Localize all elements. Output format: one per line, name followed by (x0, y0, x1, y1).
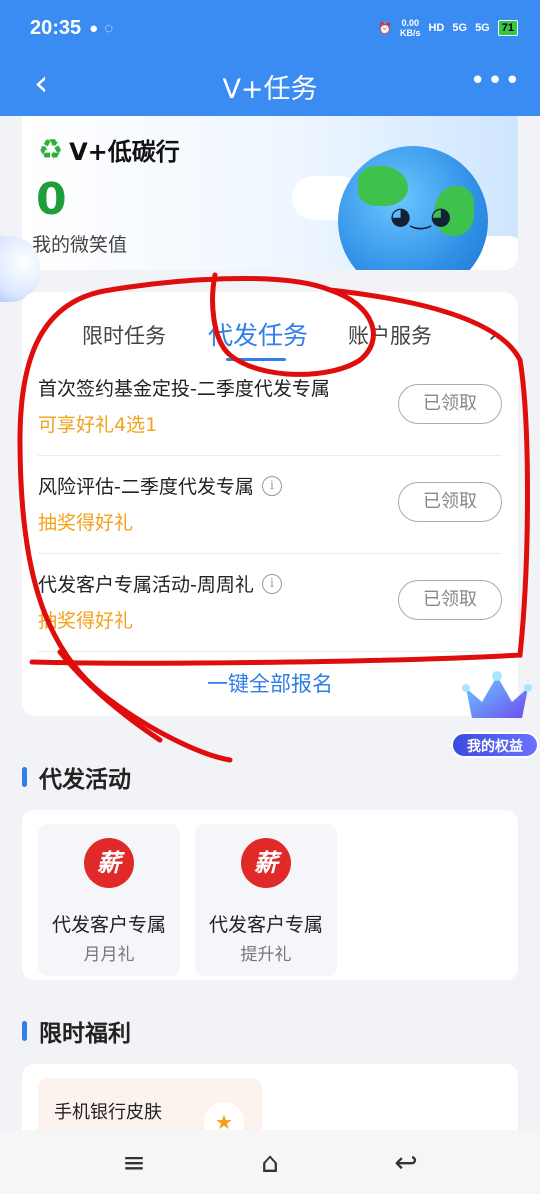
enroll-all-link[interactable]: 一键全部报名 (22, 668, 518, 698)
task-name: 风险评估-二季度代发专属 (38, 476, 254, 498)
nav-bar: ‹ V+任务 ••• (0, 56, 540, 116)
salary-icon: 薪 (241, 838, 291, 888)
task-reward: 抽奖得好礼 (38, 610, 134, 632)
tab-payroll-tasks[interactable]: 代发任务 (208, 316, 308, 352)
tab-account-service[interactable]: 账户服务 (348, 320, 432, 350)
task-reward: 抽奖得好礼 (38, 512, 134, 534)
my-rights-badge[interactable]: 我的权益 (451, 732, 539, 758)
welfare-item-skin[interactable]: 手机银行皮肤 ★ (38, 1078, 262, 1142)
task-row: 代发客户专属活动-周周礼 i 抽奖得好礼 已领取 (38, 554, 502, 652)
battery-icon: 71 (497, 20, 518, 36)
alarm-icon: ⏰ (378, 22, 392, 35)
salary-icon: 薪 (84, 838, 134, 888)
brand-title: ♻ V+低碳行 (38, 133, 180, 166)
system-nav-bar: ≡ ⌂ ↩ (0, 1130, 540, 1194)
activity-title: 代发客户专属 (208, 914, 323, 936)
task-row: 首次签约基金定投-二季度代发专属 可享好礼4选1 已领取 (38, 358, 502, 456)
activity-subtitle: 提升礼 (240, 945, 292, 965)
welfare-title: 手机银行皮肤 (54, 1102, 162, 1123)
message-icon: ● (89, 19, 99, 37)
task-name: 首次签约基金定投-二季度代发专属 (38, 378, 330, 400)
smile-score: 0 (36, 174, 67, 225)
activity-title: 代发客户专属 (51, 914, 166, 936)
activity-subtitle: 月月礼 (83, 945, 135, 965)
hd-icon: HD (428, 22, 445, 34)
crown-icon[interactable] (462, 668, 532, 724)
welfare-card: 手机银行皮肤 ★ (22, 1064, 518, 1142)
task-tabs: 限时任务 代发任务 账户服务 › (22, 312, 518, 362)
back-nav-icon[interactable]: ↩ (386, 1146, 426, 1179)
task-card: 限时任务 代发任务 账户服务 › 首次签约基金定投-二季度代发专属 可享好礼4选… (22, 292, 518, 716)
signal-5g-2: 5G (475, 22, 490, 34)
back-icon[interactable]: ‹ (34, 66, 48, 102)
info-icon[interactable]: i (261, 573, 282, 594)
smile-score-label: 我的微笑值 (32, 234, 128, 256)
task-row: 风险评估-二季度代发专属 i 抽奖得好礼 已领取 (38, 456, 502, 554)
more-icon[interactable]: ••• (470, 66, 522, 96)
task-reward: 可享好礼4选1 (38, 414, 158, 436)
home-icon[interactable]: ⌂ (250, 1146, 290, 1179)
claimed-button[interactable]: 已领取 (398, 580, 502, 620)
clock: 20:35 (30, 16, 82, 39)
section-title-welfare: 限时福利 (22, 1014, 131, 1048)
activity-item-upgrade[interactable]: 薪 代发客户专属 提升礼 (195, 824, 337, 976)
section-title-activities: 代发活动 (22, 760, 131, 794)
activity-card: 薪 代发客户专属 月月礼 薪 代发客户专属 提升礼 (22, 810, 518, 980)
earth-mascot-icon: ◕‿◕ (338, 146, 488, 270)
page-title: V+任务 (222, 73, 318, 105)
menu-icon[interactable]: ≡ (114, 1146, 154, 1179)
chevron-right-icon[interactable]: › (488, 320, 498, 348)
tab-limited-tasks[interactable]: 限时任务 (82, 320, 166, 350)
claimed-button[interactable]: 已领取 (398, 482, 502, 522)
claimed-button[interactable]: 已领取 (398, 384, 502, 424)
network-speed: 0.00 KB/s (399, 18, 421, 38)
status-bar: 20:35 ● ◌ ⏰ 0.00 KB/s HD 5G 5G 71 (0, 0, 540, 56)
low-carbon-banner[interactable]: ♻ V+低碳行 0 我的微笑值 ◕‿◕ (22, 116, 518, 270)
activity-item-monthly[interactable]: 薪 代发客户专属 月月礼 (38, 824, 180, 976)
app-notification-icon: ◌ (104, 19, 114, 37)
recycle-icon: ♻ (38, 133, 64, 166)
info-icon[interactable]: i (261, 475, 282, 496)
signal-5g-1: 5G (452, 22, 468, 34)
task-name: 代发客户专属活动-周周礼 (38, 574, 254, 596)
